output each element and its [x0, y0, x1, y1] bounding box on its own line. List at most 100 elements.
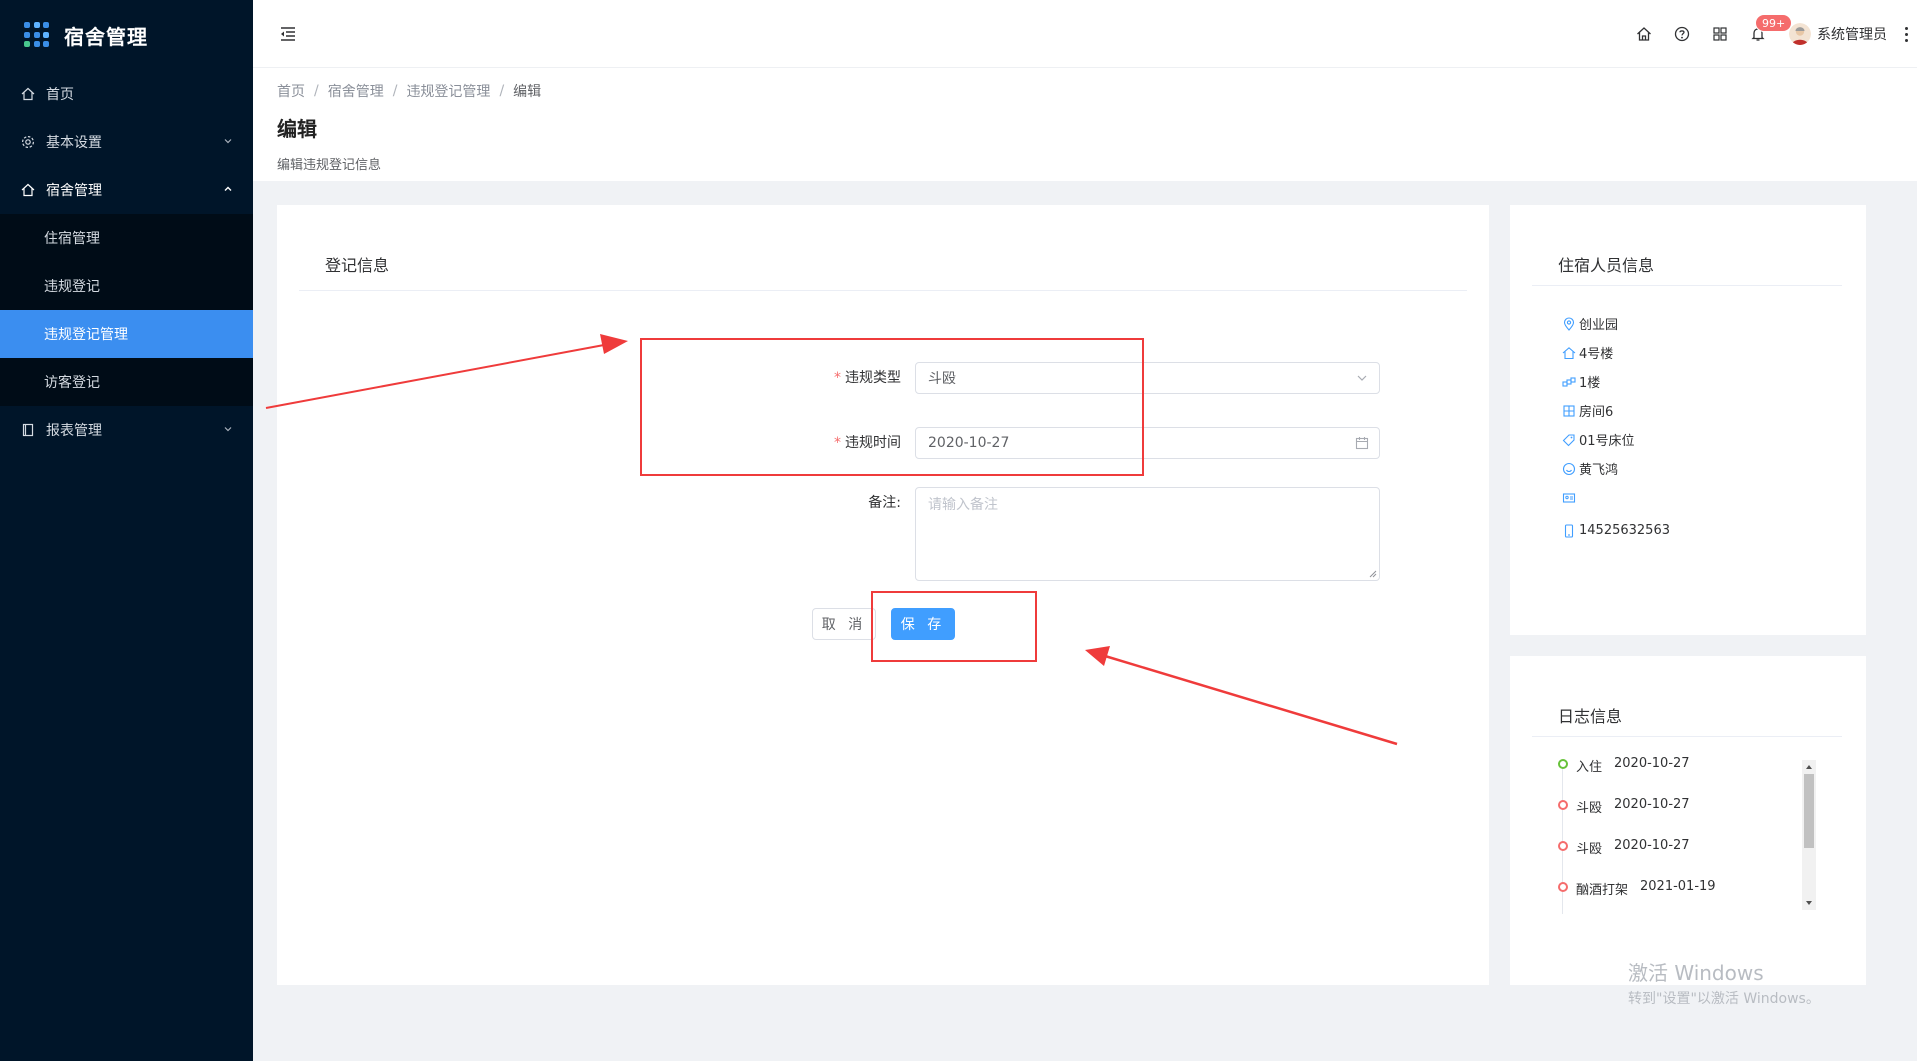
scroll-up-icon[interactable]: [1805, 763, 1813, 771]
calendar-icon: [1355, 437, 1369, 450]
avatar: [1789, 23, 1811, 45]
info-room: 房间6: [1562, 396, 1670, 425]
smile-icon: [1562, 462, 1576, 476]
card-title: 登记信息: [325, 256, 390, 275]
sidebar-item-label: 报表管理: [46, 423, 102, 439]
log-scrollbar[interactable]: [1802, 760, 1816, 910]
menu-fold-icon[interactable]: [278, 24, 298, 44]
info-building: 4号楼: [1562, 338, 1670, 367]
timeline-dot: [1558, 800, 1568, 810]
sidebar-item-reports[interactable]: 报表管理: [0, 406, 253, 454]
notification-badge: 99+: [1755, 14, 1793, 32]
help-icon[interactable]: [1663, 15, 1701, 53]
timeline-item: 酗酒打架 2021-01-19: [1558, 879, 1818, 920]
home-icon: [20, 182, 36, 198]
chevron-down-icon: [224, 427, 232, 432]
sidebar-item-label: 访客登记: [44, 375, 100, 391]
more-vertical-icon[interactable]: [1901, 26, 1911, 42]
card-title: 日志信息: [1558, 707, 1623, 726]
note-placeholder: 请输入备注: [928, 497, 998, 513]
annotation-box: [640, 338, 1144, 476]
apps-grid-icon[interactable]: [1701, 15, 1739, 53]
sidebar-item-label: 违规登记: [44, 279, 100, 295]
scroll-down-icon[interactable]: [1805, 899, 1813, 907]
note-label: 备注:: [868, 495, 901, 511]
sidebar-item-violation-management[interactable]: 违规登记管理: [0, 310, 253, 358]
timeline-dot: [1558, 882, 1568, 892]
submenu: 住宿管理 违规登记 违规登记管理 访客登记: [0, 214, 253, 406]
top-header: 99+ 系统管理员: [253, 0, 1917, 68]
divider: [1532, 736, 1842, 737]
info-name: 黄飞鸿: [1562, 454, 1670, 483]
page-header: 首页 / 宿舍管理 / 违规登记管理 / 编辑 编辑 编辑违规登记信息: [253, 68, 1917, 181]
cancel-button[interactable]: 取 消: [812, 608, 876, 640]
scrollbar-thumb[interactable]: [1804, 774, 1814, 848]
sidebar-item-visitor-register[interactable]: 访客登记: [0, 358, 253, 406]
user-name: 系统管理员: [1817, 27, 1887, 43]
sidebar-item-label: 基本设置: [46, 135, 102, 151]
room-icon: [1562, 404, 1576, 418]
info-phone: 14525632563: [1562, 516, 1670, 545]
sidebar-item-basic-settings[interactable]: 基本设置: [0, 118, 253, 166]
info-floor: 1楼: [1562, 367, 1670, 396]
breadcrumb: 首页 / 宿舍管理 / 违规登记管理 / 编辑: [277, 81, 1917, 101]
header-actions: 99+ 系统管理员: [1625, 0, 1917, 68]
timeline-item: 斗殴 2020-10-27: [1558, 797, 1818, 838]
sidebar-item-lodging[interactable]: 住宿管理: [0, 214, 253, 262]
sidebar-item-label: 违规登记管理: [44, 327, 128, 343]
breadcrumb-separator: /: [314, 83, 319, 99]
resident-info-list: 创业园 4号楼 1楼 房间6 01号床位 黄飞鸿 14525632563: [1562, 309, 1670, 545]
sidebar-item-label: 住宿管理: [44, 231, 100, 247]
timeline-dot: [1558, 841, 1568, 851]
info-id-card: [1562, 483, 1670, 512]
breadcrumb-item[interactable]: 宿舍管理: [328, 81, 384, 101]
chevron-up-icon: [224, 186, 232, 191]
home-icon: [20, 86, 36, 102]
sidebar-item-dorm-management[interactable]: 宿舍管理: [0, 166, 253, 214]
location-icon: [1562, 316, 1576, 331]
notification-button[interactable]: 99+: [1739, 14, 1793, 53]
windows-activation-watermark: 激活 Windows 转到"设置"以激活 Windows。: [1628, 957, 1820, 1008]
phone-icon: [1562, 523, 1576, 538]
building-icon: [1562, 346, 1576, 360]
log-card: 日志信息 入住 2020-10-27 斗殴 2020-10-27 斗殴 2020…: [1510, 656, 1866, 985]
gear-icon: [20, 134, 36, 150]
resize-handle-icon[interactable]: [1369, 570, 1377, 578]
page-description: 编辑违规登记信息: [277, 158, 382, 173]
timeline-item: 斗殴 2020-10-27: [1558, 838, 1818, 879]
watermark-line2: 转到"设置"以激活 Windows。: [1628, 991, 1820, 1007]
card-title: 住宿人员信息: [1558, 256, 1655, 275]
logo: 宿舍管理: [0, 0, 253, 70]
app-grid-icon: [24, 22, 50, 48]
document-icon: [20, 422, 36, 438]
home-icon[interactable]: [1625, 15, 1663, 53]
breadcrumb-separator: /: [499, 83, 505, 99]
sidebar-item-home[interactable]: 首页: [0, 70, 253, 118]
chevron-down-icon: [224, 139, 232, 144]
sidebar: 宿舍管理 首页 基本设置 宿舍管理 住宿管理 违规登记 违规登记管理 访客登记: [0, 0, 253, 1061]
app-title: 宿舍管理: [64, 24, 148, 49]
tag-icon: [1562, 433, 1576, 447]
chevron-down-icon: [1357, 375, 1367, 381]
sidebar-item-label: 首页: [46, 87, 74, 103]
id-card-icon: [1562, 491, 1576, 505]
breadcrumb-item[interactable]: 首页: [277, 81, 305, 101]
watermark-line1: 激活 Windows: [1628, 961, 1764, 985]
divider: [299, 290, 1467, 291]
breadcrumb-separator: /: [392, 83, 398, 99]
breadcrumb-item[interactable]: 违规登记管理: [406, 81, 490, 101]
form-row-note: 备注: 请输入备注: [277, 487, 1380, 581]
breadcrumb-current: 编辑: [513, 84, 542, 100]
page-title: 编辑: [277, 117, 317, 141]
timeline-dot: [1558, 759, 1568, 769]
annotation-box: [871, 591, 1037, 662]
floor-icon: [1562, 375, 1576, 389]
sidebar-item-label: 宿舍管理: [46, 183, 102, 199]
sidebar-item-violation-register[interactable]: 违规登记: [0, 262, 253, 310]
resident-info-card: 住宿人员信息 创业园 4号楼 1楼 房间6 01号床位 黄飞鸿 14525632…: [1510, 205, 1866, 635]
user-menu[interactable]: 系统管理员: [1789, 23, 1887, 45]
note-textarea[interactable]: 请输入备注: [915, 487, 1380, 581]
log-timeline: 入住 2020-10-27 斗殴 2020-10-27 斗殴 2020-10-2…: [1558, 756, 1818, 920]
info-bed: 01号床位: [1562, 425, 1670, 454]
info-campus: 创业园: [1562, 309, 1670, 338]
